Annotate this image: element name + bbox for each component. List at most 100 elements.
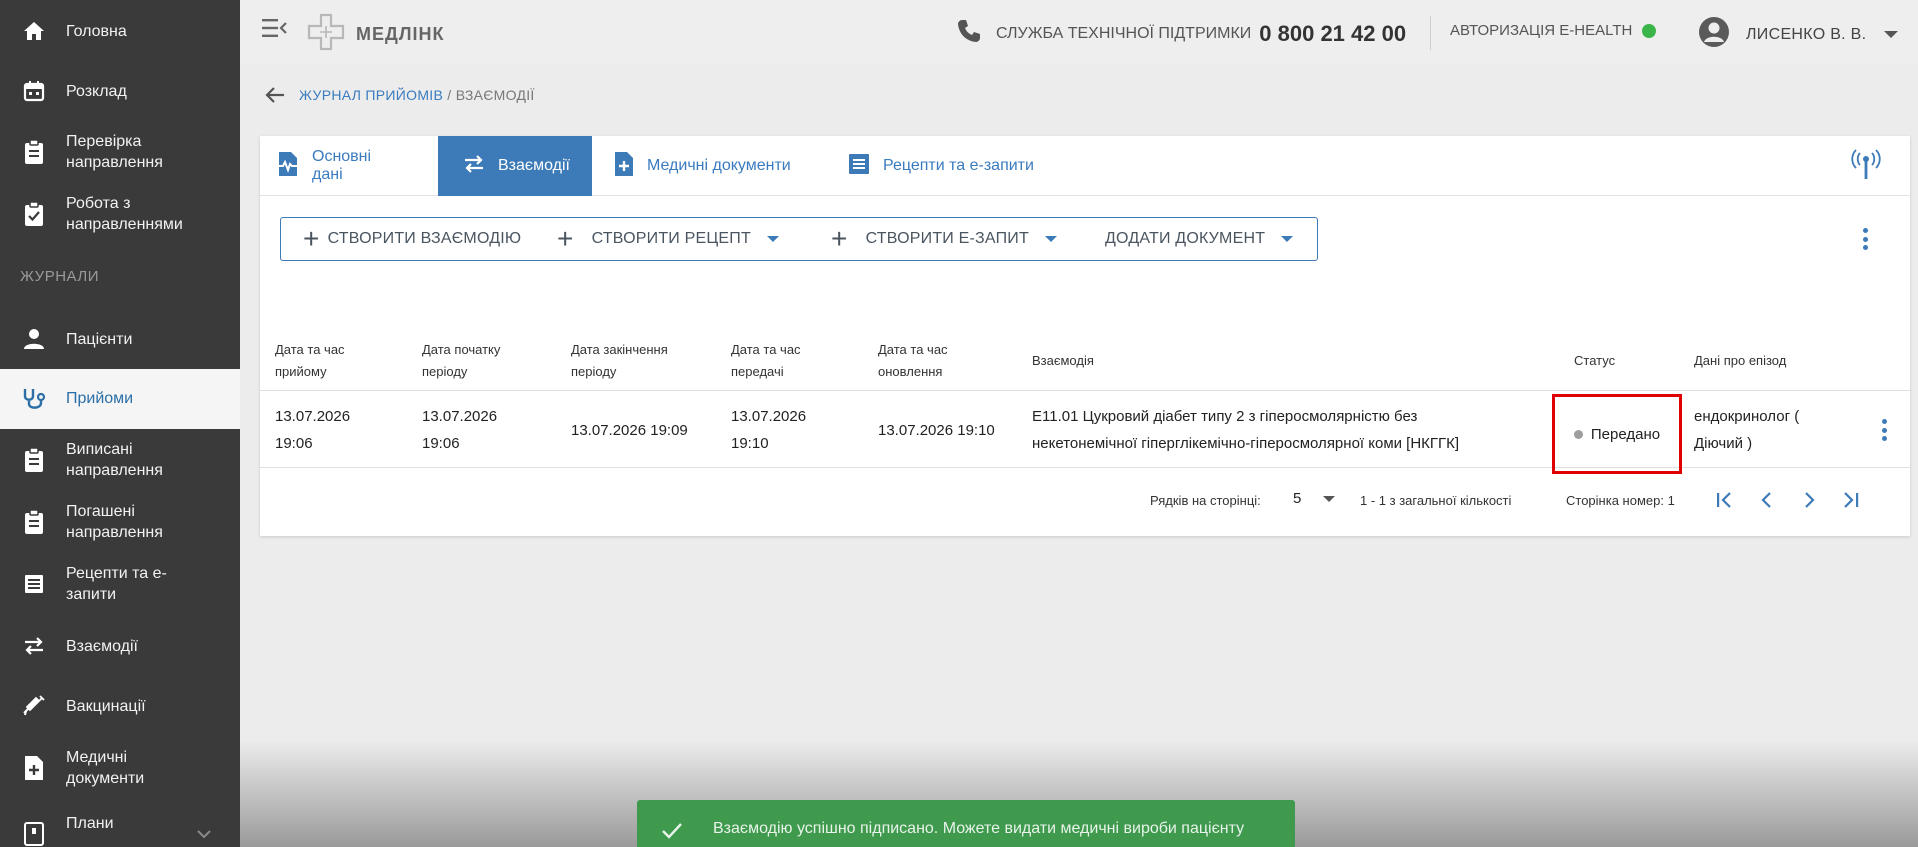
sidebar-item-patients[interactable]: Пацієнти: [0, 318, 240, 360]
tab-label: Основні дані: [312, 148, 372, 183]
sidebar-item-referrals-work[interactable]: Робота з направленнями: [0, 190, 240, 238]
sidebar-item-check-referral[interactable]: Перевірка направлення: [0, 128, 240, 176]
sidebar-item-label: Розклад: [66, 83, 127, 100]
divider: [1430, 16, 1431, 50]
sidebar-item-redeemed-referrals[interactable]: Погашені направлення: [0, 498, 240, 546]
breadcrumb-link[interactable]: ЖУРНАЛ ПРИЙОМІВ: [299, 87, 443, 103]
swap-icon: [462, 152, 486, 181]
button-label: СТВОРИТИ ВЗАЄМОДІЮ: [327, 230, 522, 247]
tab-bar: Основні дані Взаємодії Медичні документи…: [260, 136, 1910, 196]
more-actions-icon[interactable]: [1862, 228, 1868, 250]
list-icon: [847, 152, 871, 181]
caret-down-icon: [1323, 495, 1336, 502]
column-header: Дата та час оновлення: [878, 342, 948, 379]
last-page-icon[interactable]: [1837, 487, 1863, 513]
create-prescription-button[interactable]: + СТВОРИТИ РЕЦЕПТ: [557, 218, 779, 260]
status-dot: [1642, 23, 1657, 38]
sidebar-item-prescriptions[interactable]: Рецепти та е- запити: [0, 560, 240, 608]
plan-icon: [20, 820, 48, 847]
button-label: ДОДАТИ ДОКУМЕНТ: [1105, 230, 1266, 247]
clipboard-icon: [20, 138, 48, 166]
plus-icon: +: [557, 223, 574, 254]
action-bar: + СТВОРИТИ ВЗАЄМОДІЮ + СТВОРИТИ РЕЦЕПТ +…: [280, 217, 1318, 261]
tab-label: Медичні документи: [647, 157, 791, 174]
sidebar-section-journals: ЖУРНАЛИ: [20, 268, 100, 285]
chevron-down-icon[interactable]: [196, 826, 212, 842]
caret-down-icon: [766, 236, 779, 242]
cell-appointment-date: 13.07.2026 19:06: [275, 408, 351, 452]
list-icon: [20, 570, 48, 598]
caret-down-icon: [1044, 236, 1057, 242]
signal-tower-icon[interactable]: [1848, 148, 1884, 184]
cell-period-end: 13.07.2026 19:09: [571, 421, 688, 439]
user-menu[interactable]: ЛИСЕНКО В. В.: [1698, 16, 1899, 53]
column-header: Дата та час прийому: [275, 342, 345, 379]
sidebar-item-home[interactable]: Головна: [0, 10, 240, 52]
sidebar-item-schedule[interactable]: Розклад: [0, 70, 240, 112]
success-toast: Взаємодію успішно підписано. Можете вида…: [637, 800, 1295, 847]
check-icon: [661, 820, 683, 842]
breadcrumb: ЖУРНАЛ ПРИЙОМІВ / ВЗАЄМОДІЇ: [299, 87, 535, 103]
tab-interactions[interactable]: Взаємодії: [438, 136, 592, 196]
rows-per-page-value: 5: [1293, 490, 1302, 507]
tab-basic-data[interactable]: Основні дані: [276, 136, 406, 196]
top-bar: МЕДЛІНК СЛУЖБА ТЕХНІЧНОЇ ПІДТРИМКИ 0 800…: [240, 0, 1918, 64]
button-label: СТВОРИТИ Е-ЗАПИТ: [865, 230, 1029, 247]
sidebar-item-vaccinations[interactable]: Вакцинації: [0, 685, 240, 727]
cell-updated-date: 13.07.2026 19:10: [878, 421, 995, 439]
next-page-icon[interactable]: [1796, 487, 1822, 513]
breadcrumb-current: ВЗАЄМОДІЇ: [455, 87, 535, 103]
logo-text: МЕДЛІНК: [356, 24, 445, 44]
sidebar-item-issued-referrals[interactable]: Виписані направлення: [0, 436, 240, 484]
create-interaction-button[interactable]: + СТВОРИТИ ВЗАЄМОДІЮ: [303, 218, 521, 260]
home-icon: [20, 17, 48, 45]
ehealth-status[interactable]: АВТОРИЗАЦІЯ E-HEALTH: [1450, 22, 1657, 39]
plus-icon: +: [831, 223, 848, 254]
first-page-icon[interactable]: [1712, 487, 1738, 513]
column-header: Дата закінчення періоду: [571, 342, 668, 379]
add-document-button[interactable]: ДОДАТИ ДОКУМЕНТ: [1105, 218, 1294, 260]
calendar-icon: [20, 77, 48, 105]
status-dot: [1573, 429, 1583, 439]
logo[interactable]: МЕДЛІНК: [306, 13, 444, 56]
sidebar-item-medical-docs[interactable]: Медичні документи: [0, 744, 240, 792]
sidebar-item-interactions[interactable]: Взаємодії: [0, 625, 240, 667]
back-arrow-icon[interactable]: [264, 84, 286, 106]
support-label: СЛУЖБА ТЕХНІЧНОЇ ПІДТРИМКИ: [996, 24, 1252, 42]
toast-message: Взаємодію успішно підписано. Можете вида…: [713, 820, 1245, 837]
sidebar-item-label: Вакцинації: [66, 698, 146, 715]
sidebar-item-label: Медичні документи: [66, 749, 145, 787]
cell-interaction: E11.01 Цукровий діабет типу 2 з гіперосм…: [1032, 408, 1460, 452]
clipboard-icon: [20, 508, 48, 536]
previous-page-icon[interactable]: [1754, 487, 1780, 513]
support-info: СЛУЖБА ТЕХНІЧНОЇ ПІДТРИМКИ 0 800 21 42 0…: [956, 18, 1406, 49]
logo-icon: [306, 13, 346, 56]
chevron-down-icon: [1884, 31, 1899, 38]
syringe-icon: [20, 692, 48, 720]
menu-collapse-icon[interactable]: [262, 16, 288, 40]
rows-per-page-select[interactable]: 5: [1293, 490, 1336, 507]
row-more-icon[interactable]: [1881, 419, 1887, 441]
document-plus-icon: [613, 151, 635, 182]
sidebar-item-label: Рецепти та е- запити: [66, 565, 167, 603]
status-text: Передано: [1590, 425, 1661, 443]
create-erequest-button[interactable]: + СТВОРИТИ Е-ЗАПИТ: [831, 218, 1057, 260]
column-header: Дата початку періоду: [422, 342, 501, 379]
person-icon: [20, 325, 48, 353]
cell-period-start: 13.07.2026 19:06: [422, 408, 498, 452]
cell-transferred-date: 13.07.2026 19:10: [731, 408, 807, 452]
range-label: 1 - 1 з загальної кількості: [1360, 493, 1512, 508]
caret-down-icon: [1281, 236, 1294, 242]
sidebar-item-appointments[interactable]: Прийоми: [0, 369, 240, 429]
support-phone: 0 800 21 42 00: [1259, 20, 1407, 46]
pagination: Рядків на сторінці: 5 1 - 1 з загальної …: [260, 469, 1910, 536]
cell-episode: ендокринолог ( Діючий ): [1694, 408, 1800, 452]
status-badge: Передано: [1552, 394, 1682, 474]
avatar: [1698, 16, 1730, 53]
column-header: Взаємодія: [1032, 353, 1094, 368]
tab-medical-documents[interactable]: Медичні документи: [613, 136, 823, 196]
sidebar: Головна Розклад Перевірка направлення Ро…: [0, 0, 240, 847]
page-number-label: Сторінка номер: 1: [1566, 493, 1675, 508]
button-label: СТВОРИТИ РЕЦЕПТ: [591, 230, 751, 247]
tab-prescriptions[interactable]: Рецепти та е-запити: [847, 136, 1057, 196]
